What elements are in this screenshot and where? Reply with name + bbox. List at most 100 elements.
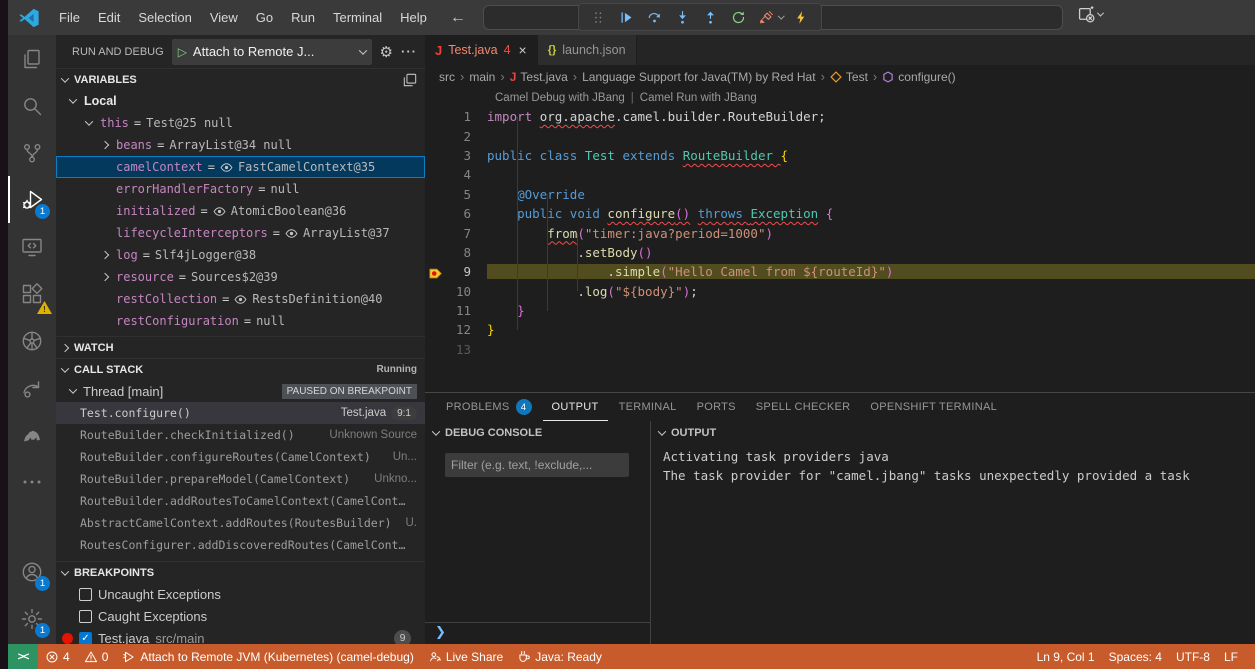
activity-extensions[interactable]: ! <box>8 270 56 317</box>
activity-source-control[interactable] <box>8 129 56 176</box>
gutter-line-11[interactable]: 11 <box>425 303 487 318</box>
breakpoint-checkbox[interactable] <box>79 588 92 601</box>
breakpoint-hit-arrow-icon[interactable] <box>429 267 443 280</box>
variable-row[interactable]: lifecycleInterceptors=ArrayList@37 <box>56 222 425 244</box>
menu-run[interactable]: Run <box>282 0 324 35</box>
activity-run-and-debug[interactable]: 1 <box>8 176 56 223</box>
call-stack-section-header[interactable]: CALL STACK Running <box>56 358 425 380</box>
remote-indicator[interactable]: >< <box>8 644 38 669</box>
gutter-line-6[interactable]: 6 <box>425 206 487 221</box>
activity-kubernetes[interactable] <box>8 317 56 364</box>
menu-file[interactable]: File <box>50 0 89 35</box>
menu-help[interactable]: Help <box>391 0 436 35</box>
step-over-button[interactable] <box>641 5 667 29</box>
gutter-line-10[interactable]: 10 <box>425 284 487 299</box>
panel-tab-output[interactable]: OUTPUT <box>543 393 608 421</box>
lazy-eval-eye-icon[interactable] <box>285 227 298 240</box>
close-icon[interactable]: × <box>519 42 527 58</box>
gutter-line-1[interactable]: 1 <box>425 109 487 124</box>
variable-row[interactable]: errorHandlerFactory=null <box>56 178 425 200</box>
tab-test-java[interactable]: JTest.java4× <box>425 35 538 65</box>
gutter-line-12[interactable]: 12 <box>425 322 487 337</box>
breakpoint-row[interactable]: ✓Test.javasrc/main9 <box>56 627 425 644</box>
breakpoint-row[interactable]: Uncaught Exceptions <box>56 583 425 605</box>
activity-search[interactable] <box>8 82 56 129</box>
call-stack-frame[interactable]: RouteBuilder.configureRoutes(CamelContex… <box>56 446 425 468</box>
hot-code-replace-button[interactable] <box>789 5 815 29</box>
call-stack-frame[interactable]: RouteBuilder.checkInitialized()Unknown S… <box>56 424 425 446</box>
panel-tab-problems[interactable]: PROBLEMS4 <box>437 393 541 421</box>
menu-terminal[interactable]: Terminal <box>324 0 391 35</box>
continue-button[interactable] <box>613 5 639 29</box>
status-cursor-position[interactable]: Ln 9, Col 1 <box>1030 650 1102 664</box>
variable-row[interactable]: beans=ArrayList@34 null <box>56 134 425 156</box>
activity-camel[interactable] <box>8 411 56 458</box>
watch-section-header[interactable]: WATCH <box>56 336 425 358</box>
status-java-status[interactable]: Java: Ready <box>510 650 609 664</box>
variable-row[interactable]: resource=Sources$2@39 <box>56 266 425 288</box>
breakpoints-section-header[interactable]: BREAKPOINTS <box>56 561 425 583</box>
menu-view[interactable]: View <box>201 0 247 35</box>
activity-explorer[interactable] <box>8 35 56 82</box>
variable-row[interactable]: this=Test@25 null <box>56 112 425 134</box>
call-stack-frame[interactable]: RoutesConfigurer.addDiscoveredRoutes(Cam… <box>56 534 425 556</box>
lazy-eval-eye-icon[interactable] <box>234 293 247 306</box>
activity-additional-views[interactable] <box>8 458 56 505</box>
gutter-line-5[interactable]: 5 <box>425 187 487 202</box>
call-stack-frame[interactable]: RouteBuilder.addRoutesToCamelContext(Cam… <box>56 490 425 512</box>
call-stack-frame[interactable]: RouteBuilder.prepareModel(CamelContext)U… <box>56 468 425 490</box>
debug-console-header[interactable]: DEBUG CONSOLE <box>425 421 650 445</box>
status-indentation[interactable]: Spaces: 4 <box>1102 650 1169 664</box>
gutter-line-2[interactable]: 2 <box>425 129 487 144</box>
breadcrumb-item[interactable]: Language Support for Java(TM) by Red Hat <box>582 70 815 84</box>
open-view-icon[interactable] <box>403 73 417 87</box>
menu-selection[interactable]: Selection <box>129 0 200 35</box>
activity-live-share[interactable] <box>8 364 56 411</box>
step-into-button[interactable] <box>669 5 695 29</box>
lazy-eval-eye-icon[interactable] <box>213 205 226 218</box>
panel-tab-spell-checker[interactable]: SPELL CHECKER <box>747 393 860 421</box>
step-out-button[interactable] <box>697 5 723 29</box>
codelens-camel-run-link[interactable]: Camel Run with JBang <box>640 92 757 104</box>
gutter-line-3[interactable]: 3 <box>425 148 487 163</box>
breadcrumb-item[interactable]: main <box>469 70 495 84</box>
status-eol[interactable]: LF <box>1217 650 1245 664</box>
gutter-line-8[interactable]: 8 <box>425 245 487 260</box>
restart-button[interactable] <box>725 5 751 29</box>
variable-row[interactable]: camelContext=FastCamelContext@35 <box>56 156 425 178</box>
panel-tab-ports[interactable]: PORTS <box>688 393 745 421</box>
breadcrumb-item[interactable]: configure() <box>882 70 955 84</box>
debug-settings-gear-icon[interactable]: ⚙ <box>380 43 393 61</box>
breakpoint-checkbox[interactable] <box>79 610 92 623</box>
menu-go[interactable]: Go <box>247 0 282 35</box>
thread-row[interactable]: Thread [main] PAUSED ON BREAKPOINT <box>56 380 425 402</box>
gutter-line-7[interactable]: 7 <box>425 226 487 241</box>
debug-console-filter-input[interactable] <box>445 453 629 477</box>
status-encoding[interactable]: UTF-8 <box>1169 650 1217 664</box>
output-header[interactable]: OUTPUT <box>651 421 1255 445</box>
breadcrumb-item[interactable]: src <box>439 70 455 84</box>
variable-row[interactable]: initialized=AtomicBoolean@36 <box>56 200 425 222</box>
debug-console-repl-input[interactable]: ❯ <box>425 622 650 640</box>
launch-config-dropdown[interactable]: ▷ Attach to Remote J... <box>172 39 372 65</box>
gutter-line-4[interactable]: 4 <box>425 167 487 182</box>
code-editor[interactable]: 1import org.apache.camel.builder.RouteBu… <box>425 107 1255 392</box>
variable-row[interactable]: log=Slf4jLogger@38 <box>56 244 425 266</box>
tab-launch-json[interactable]: {}launch.json <box>538 35 637 65</box>
variables-section-header[interactable]: VARIABLES <box>56 68 425 90</box>
variable-row[interactable]: restConfiguration=null <box>56 310 425 332</box>
gutter-line-13[interactable]: 13 <box>425 342 487 357</box>
activity-remote-explorer[interactable] <box>8 223 56 270</box>
status-live-share[interactable]: Live Share <box>421 650 510 664</box>
breakpoint-checkbox[interactable]: ✓ <box>79 632 92 645</box>
breadcrumb-item[interactable]: Test <box>830 70 868 84</box>
more-actions-icon[interactable]: ··· <box>401 44 417 59</box>
drag-handle[interactable] <box>585 5 611 29</box>
editor-layout-control[interactable] <box>1078 6 1103 23</box>
variable-row[interactable]: restCollection=RestsDefinition@40 <box>56 288 425 310</box>
menu-edit[interactable]: Edit <box>89 0 129 35</box>
codelens-camel-debug-link[interactable]: Camel Debug with JBang <box>495 92 625 104</box>
activity-accounts[interactable]: 1 <box>8 548 56 595</box>
disconnect-button[interactable] <box>753 5 779 29</box>
activity-manage[interactable]: 1 <box>8 595 56 642</box>
